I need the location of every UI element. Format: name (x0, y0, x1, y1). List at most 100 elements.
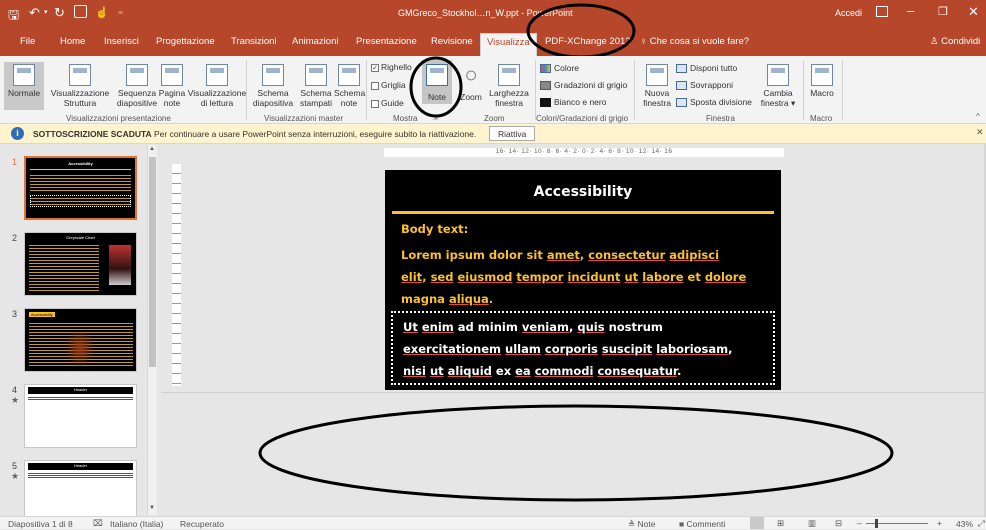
collapse-ribbon-icon[interactable]: ^ (976, 112, 980, 121)
arrange-all-icon (676, 64, 687, 74)
share-button[interactable]: ♙ Condividi (930, 36, 980, 47)
undo-dropdown-icon[interactable]: ▾ (44, 8, 48, 16)
slide-thumbnail-3[interactable]: Accessibility (24, 308, 137, 372)
text-box-dotted[interactable]: Ut enim ad minim veniam, quis nostrum ex… (391, 311, 775, 385)
customize-icon[interactable]: ₌ (118, 6, 123, 17)
notes-master-button[interactable]: Schema note (334, 64, 365, 108)
touch-icon[interactable]: ☝ (95, 6, 109, 19)
group-label-window: Finestra (706, 114, 735, 123)
black-white-button[interactable]: Bianco e nero (540, 97, 606, 108)
slide-title[interactable]: Accessibility (385, 184, 781, 200)
checkbox-box (371, 81, 379, 90)
restore-icon[interactable]: ❐ (938, 5, 948, 18)
zoom-out-icon[interactable]: – (857, 518, 862, 528)
slide-thumbnail-4[interactable]: Header (24, 384, 137, 448)
slide-sorter-status-icon[interactable]: ⊞ (777, 518, 784, 529)
reading-view-button[interactable]: Visualizzazione di lettura (186, 64, 248, 108)
recovered-status: Recuperato (180, 519, 224, 529)
color-icon (540, 64, 551, 74)
notes-pane-divider[interactable] (162, 392, 986, 393)
tab-animations[interactable]: Animazioni (292, 36, 338, 47)
cascade-button[interactable]: Sovrapponi (676, 80, 733, 91)
move-split-button[interactable]: Sposta divisione (676, 97, 752, 108)
slide-thumbnail-2[interactable]: Greyscale Chart (24, 232, 137, 296)
fit-slide-icon[interactable]: ⤢ (978, 518, 985, 529)
signin-link[interactable]: Accedi (835, 8, 862, 18)
slide-thumbnail-5[interactable]: Header (24, 460, 137, 524)
outline-view-icon (69, 64, 91, 86)
outline-view-button[interactable]: Visualizzazione Struttura (48, 64, 112, 108)
handout-master-button[interactable]: Schema stampati (296, 64, 336, 108)
slide-main[interactable]: Accessibility Body text: Lorem ipsum dol… (385, 170, 781, 390)
reactivate-button[interactable]: Riattiva (489, 126, 536, 141)
thumbnail-text-lines (28, 396, 133, 400)
present-icon[interactable] (74, 5, 87, 18)
reading-view-status-icon[interactable]: ▥ (808, 518, 816, 529)
spellcheck-icon[interactable]: ⌧ (93, 518, 103, 529)
ribbon-separator (842, 60, 843, 120)
comments-status-button[interactable]: ■ Commenti (679, 519, 725, 529)
tell-me-box[interactable]: ♀ Che cosa si vuole fare? (640, 36, 749, 47)
switch-windows-button[interactable]: Cambia finestra ▾ (756, 64, 800, 108)
tab-insert[interactable]: Inserisci (104, 36, 139, 47)
scroll-up-icon[interactable]: ▲ (149, 146, 155, 152)
redo-icon[interactable]: ↻ (54, 5, 65, 21)
new-window-icon (646, 64, 668, 86)
normal-view-status-icon[interactable] (750, 517, 764, 529)
guides-checkbox[interactable]: Guide (371, 98, 404, 108)
message-title: SOTTOSCRIZIONE SCADUTA (33, 129, 152, 139)
body-label[interactable]: Body text: (401, 222, 468, 236)
new-window-button[interactable]: Nuova finestra (640, 64, 674, 108)
slideshow-status-icon[interactable]: ⊟ (835, 518, 842, 529)
box-line-2: exercitationem ullam corporis suscipit l… (403, 342, 733, 356)
slide-master-button[interactable]: Schema diapositiva (250, 64, 296, 108)
minimize-icon[interactable]: – (907, 3, 914, 18)
slide-counter: Diapositiva 1 di 8 (8, 519, 73, 529)
ribbon-display-icon[interactable] (876, 6, 888, 17)
tab-slideshow[interactable]: Presentazione (356, 36, 417, 47)
notes-master-icon (338, 64, 360, 86)
tab-review[interactable]: Revisione (431, 36, 473, 47)
box-line-3: nisi ut aliquid ex ea commodi consequatu… (403, 364, 682, 378)
tab-transitions[interactable]: Transizioni (231, 36, 277, 47)
message-text: Per continuare a usare PowerPoint senza … (154, 129, 477, 139)
notes-page-button[interactable]: Pagina note (154, 64, 190, 108)
handout-master-icon (305, 64, 327, 86)
fit-to-window-button[interactable]: Larghezza finestra (488, 64, 530, 108)
group-label-zoom: Zoom (484, 114, 505, 123)
close-icon[interactable]: ✕ (968, 4, 979, 20)
notes-status-button[interactable]: ≜ Note (628, 519, 655, 530)
thumbnail-rule (30, 169, 131, 170)
language-indicator[interactable]: Italiano (Italia) (110, 519, 163, 529)
group-label-macro: Macro (810, 114, 833, 123)
grayscale-button[interactable]: Gradazioni di grigio (540, 80, 627, 91)
arrange-all-button[interactable]: Disponi tutto (676, 63, 737, 74)
zoom-slider-thumb[interactable] (875, 519, 878, 528)
zoom-in-icon[interactable]: + (937, 518, 942, 528)
annotation-oval-view-tab (526, 3, 636, 59)
color-button[interactable]: Colore (540, 63, 579, 74)
scroll-down-icon[interactable]: ▼ (149, 505, 155, 511)
status-bar: Diapositiva 1 di 8 ⌧ Italiano (Italia) R… (0, 516, 986, 529)
ribbon-separator (246, 60, 247, 120)
body-text[interactable]: Lorem ipsum dolor sit amet, consectetur … (401, 244, 746, 310)
scrollbar-thumb[interactable] (149, 157, 156, 367)
zoom-level[interactable]: 43% (956, 519, 973, 529)
gridlines-checkbox[interactable]: Griglia (371, 80, 406, 90)
save-icon[interactable]: 🖫 (8, 6, 19, 28)
thumbnail-scrollbar[interactable]: ▲ ▼ (147, 145, 157, 515)
ribbon-separator (803, 60, 804, 120)
annotation-oval-notes-pane (258, 404, 894, 502)
undo-icon[interactable]: ↶ (29, 5, 40, 21)
normal-view-button[interactable]: Normale (4, 62, 44, 110)
group-label-master-views: Visualizzazioni master (264, 114, 343, 123)
zoom-button[interactable]: ○ Zoom (457, 62, 485, 103)
tab-design[interactable]: Progettazione (156, 36, 215, 47)
slide-thumbnail-1[interactable]: Accessibility (24, 156, 137, 220)
tab-home[interactable]: Home (60, 36, 85, 47)
tab-file[interactable]: File (20, 36, 35, 47)
move-split-icon (676, 98, 687, 108)
magnifier-icon: ○ (464, 62, 478, 87)
macro-button[interactable]: Macro (806, 64, 838, 98)
close-message-icon[interactable]: ✕ (976, 127, 984, 138)
